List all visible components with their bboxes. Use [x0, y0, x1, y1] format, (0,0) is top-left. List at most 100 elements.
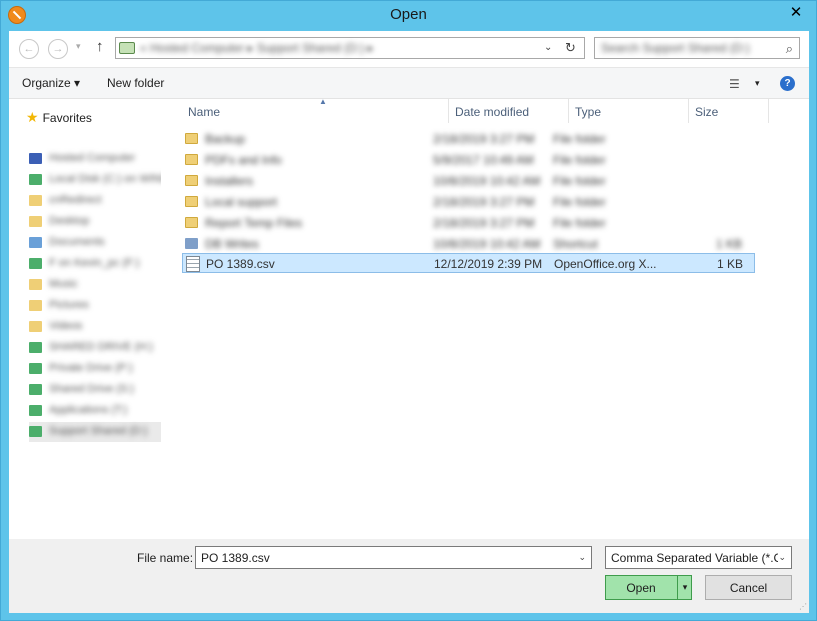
view-chevron-down-icon[interactable]: ▾ — [755, 78, 760, 89]
open-options-chevron-down-icon[interactable]: ▾ — [677, 576, 692, 599]
file-name: Backup — [205, 132, 246, 146]
nav-item[interactable]: Support Shared (D:) — [29, 422, 169, 442]
drive-icon — [29, 405, 42, 416]
file-name: PO 1389.csv — [206, 257, 275, 271]
drive-icon — [29, 237, 42, 248]
nav-item[interactable]: Hosted Computer — [29, 149, 169, 169]
star-icon: ★ — [26, 109, 39, 125]
nav-item-label: Private Drive (P:) — [49, 362, 133, 374]
spreadsheet-file-icon — [186, 256, 200, 272]
file-name-chevron-down-icon[interactable]: ⌄ — [578, 552, 586, 563]
file-date: 2/18/2019 3:27 PM — [433, 216, 535, 230]
folder-icon — [185, 133, 198, 144]
network-drive-icon — [119, 42, 135, 54]
nav-item[interactable]: F on Kevin_pc (F:) — [29, 254, 169, 274]
file-name: PDFs and Info — [205, 153, 282, 167]
open-button-label: Open — [626, 581, 656, 595]
file-date: 12/12/2019 2:39 PM — [434, 257, 543, 271]
file-row[interactable]: Backup 2/18/2019 3:27 PM File folder — [182, 129, 755, 149]
nav-item[interactable]: Pictures — [29, 296, 169, 316]
nav-item[interactable]: Music — [29, 275, 169, 295]
nav-item-label: F on Kevin_pc (F:) — [49, 257, 140, 269]
column-header-name[interactable]: Name ▲ — [182, 97, 449, 123]
address-bar[interactable]: « Hosted Computer ▸ Support Shared (D:) … — [115, 37, 585, 59]
nav-item[interactable]: Videos — [29, 317, 169, 337]
file-row[interactable]: DB Writes 10/8/2019 10:42 AM Shortcut 1 KB — [182, 234, 755, 254]
file-type-select[interactable]: Comma Separated Variable (*.C ⌄ — [605, 546, 792, 569]
file-name-value: PO 1389.csv — [201, 551, 270, 565]
organize-button[interactable]: Organize ▾ — [22, 76, 80, 90]
folder-icon — [185, 217, 198, 228]
file-size: 1 KB — [715, 237, 742, 251]
resize-grip-icon[interactable]: ⋰ — [799, 602, 807, 611]
file-date: 2/18/2019 3:27 PM — [433, 195, 535, 209]
search-icon[interactable]: ⌕ — [786, 41, 793, 57]
nav-item[interactable]: SHARED DRIVE (H:) — [29, 338, 169, 358]
nav-item-label: Applications (T:) — [49, 404, 128, 416]
nav-item-label: SHARED DRIVE (H:) — [49, 341, 153, 353]
address-chevron-down-icon[interactable]: ⌄ — [544, 42, 552, 53]
command-bar: Organize ▾ New folder ☰ ▾ ? — [9, 67, 809, 99]
file-list: Name ▲ Date modified Type Size Backup 2/18… — [169, 97, 809, 539]
close-button[interactable]: ✕ — [782, 1, 810, 23]
help-icon[interactable]: ? — [780, 76, 795, 91]
file-date: 10/8/2019 10:42 AM — [433, 237, 541, 251]
file-type: File folder — [553, 195, 606, 209]
search-input[interactable]: Search Support Shared (D:) ⌕ — [594, 37, 800, 59]
file-row[interactable]: PDFs and Info 5/9/2017 10:49 AM File folde… — [182, 150, 755, 170]
forward-arrow-icon[interactable]: → — [48, 39, 68, 59]
file-name: DB Writes — [205, 237, 259, 251]
sort-ascending-icon: ▲ — [319, 97, 327, 106]
file-name-label: File name: — [137, 551, 194, 565]
open-button[interactable]: Open ▾ — [605, 575, 692, 600]
drive-icon — [29, 342, 42, 353]
column-header-size[interactable]: Size — [689, 99, 769, 123]
nav-item[interactable]: Applications (T:) — [29, 401, 169, 421]
file-name-input[interactable]: PO 1389.csv ⌄ — [195, 546, 592, 569]
cancel-button[interactable]: Cancel — [705, 575, 792, 600]
folder-icon — [185, 154, 198, 165]
file-name: Installers — [205, 174, 254, 188]
folder-icon — [185, 196, 198, 207]
title-bar[interactable]: Open ✕ — [1, 1, 816, 31]
column-header-type[interactable]: Type — [569, 99, 689, 123]
nav-item[interactable]: Private Drive (P:) — [29, 359, 169, 379]
nav-item-label: Support Shared (D:) — [49, 425, 148, 437]
nav-item[interactable]: Shared Drive (S:) — [29, 380, 169, 400]
file-type: File folder — [553, 174, 606, 188]
file-date: 2/18/2019 3:27 PM — [433, 132, 535, 146]
view-details-icon[interactable]: ☰ — [729, 77, 740, 91]
file-type: File folder — [553, 153, 606, 167]
column-header-date[interactable]: Date modified — [449, 99, 569, 123]
nav-item[interactable]: Desktop — [29, 212, 169, 232]
file-date: 5/9/2017 10:49 AM — [433, 153, 534, 167]
favorites-item[interactable]: ★ Favorites — [26, 109, 92, 126]
file-row[interactable]: Local support 2/18/2019 3:27 PM File folde… — [182, 192, 755, 212]
dialog-body: ← → ▾ ↑ « Hosted Computer ▸ Support Shar… — [9, 31, 809, 613]
nav-item[interactable]: Documents — [29, 233, 169, 253]
file-row[interactable]: Installers 10/8/2019 10:42 AM File folder — [182, 171, 755, 191]
nav-item-label: Desktop — [49, 215, 90, 227]
drive-icon — [29, 174, 42, 185]
file-type-chevron-down-icon[interactable]: ⌄ — [778, 552, 786, 563]
nav-item-label: Documents — [49, 236, 105, 248]
nav-item-label: cnRedirect — [49, 194, 102, 206]
navigation-pane-scrollbar[interactable] — [161, 99, 169, 539]
drive-icon — [29, 216, 42, 227]
file-row[interactable]: Report Temp Files 2/18/2019 3:27 PM File f… — [182, 213, 755, 233]
file-type: OpenOffice.org X... — [554, 257, 657, 271]
address-path[interactable]: « Hosted Computer ▸ Support Shared (D:) … — [140, 41, 540, 55]
nav-item-label: Local Disk (C:) on WINDOWS — [49, 173, 169, 185]
file-name: Report Temp Files — [205, 216, 303, 230]
up-arrow-icon[interactable]: ↑ — [96, 38, 104, 55]
file-row[interactable]: PO 1389.csv 12/12/2019 2:39 PM OpenOffice.… — [182, 253, 755, 273]
nav-item[interactable]: Local Disk (C:) on WINDOWS — [29, 170, 169, 190]
recent-locations-chevron-icon[interactable]: ▾ — [76, 41, 81, 52]
navigation-pane: ★ Favorites Hosted Computer Local Disk (C:… — [9, 99, 169, 539]
drive-icon — [29, 153, 42, 164]
new-folder-button[interactable]: New folder — [107, 76, 164, 90]
refresh-icon[interactable]: ↻ — [565, 40, 576, 56]
back-arrow-icon[interactable]: ← — [19, 39, 39, 59]
folder-icon — [185, 175, 198, 186]
nav-item[interactable]: cnRedirect — [29, 191, 169, 211]
